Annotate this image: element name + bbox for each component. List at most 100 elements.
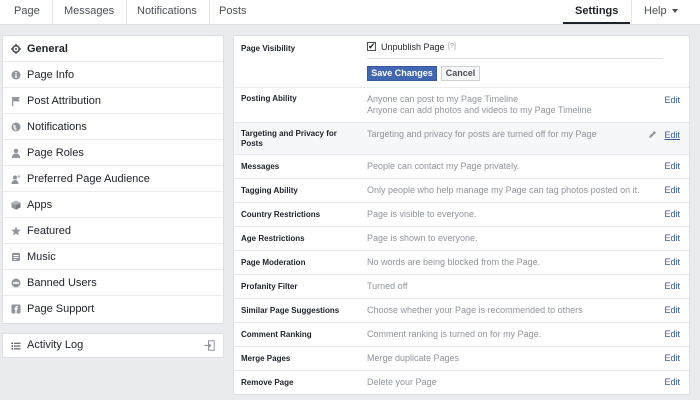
sidebar-item-general[interactable]: General xyxy=(3,36,223,62)
setting-row-similar-page-suggestions: Similar Page Suggestions Choose whether … xyxy=(234,298,689,322)
setting-label: Similar Page Suggestions xyxy=(241,306,340,315)
unpublish-checkbox[interactable]: ✔ xyxy=(367,41,376,51)
edit-link[interactable]: Edit xyxy=(664,377,680,388)
edit-link[interactable]: Edit xyxy=(664,329,680,340)
sidebar-item-label: Preferred Page Audience xyxy=(27,173,150,185)
sidebar-item-preferred-page-audience[interactable]: Preferred Page Audience xyxy=(3,166,223,192)
sidebar-item-page-support[interactable]: Page Support xyxy=(3,296,223,322)
music-icon xyxy=(12,253,20,261)
setting-value: Targeting and privacy for posts are turn… xyxy=(367,129,597,139)
flag-icon xyxy=(12,97,20,106)
save-changes-button[interactable]: Save Changes xyxy=(367,66,437,81)
page-visibility-label: Page Visibility xyxy=(241,44,296,53)
tab-page[interactable]: Page xyxy=(2,0,53,24)
setting-label: Targeting and Privacy for Posts xyxy=(241,129,337,148)
setting-row-profanity-filter: Profanity Filter Turned off Edit xyxy=(234,274,689,298)
sidebar-item-label: Post Attribution xyxy=(27,95,101,107)
setting-value: Delete your Page xyxy=(367,377,437,387)
caret-down-icon xyxy=(671,9,678,14)
setting-value: Merge duplicate Pages xyxy=(367,353,460,363)
setting-label: Profanity Filter xyxy=(241,282,298,291)
setting-row-remove-page: Remove Page Delete your Page Edit xyxy=(234,370,689,394)
banned-icon xyxy=(11,278,21,288)
setting-value: Page is visible to everyone. xyxy=(367,209,477,219)
setting-label: Country Restrictions xyxy=(241,210,321,219)
setting-label: Page Moderation xyxy=(241,258,306,267)
divider xyxy=(367,58,663,59)
edit-link[interactable]: Edit xyxy=(664,209,680,220)
setting-value: Page is shown to everyone. xyxy=(367,233,478,243)
edit-link[interactable]: Edit xyxy=(664,281,680,292)
help-label: Help xyxy=(644,5,667,17)
setting-value-secondary: Anyone can add photos and videos to my P… xyxy=(367,105,592,115)
page-visibility-section: Page Visibility ✔ Unpublish Page [?] Sav… xyxy=(234,36,689,87)
pencil-icon[interactable] xyxy=(648,130,657,139)
sidebar-item-banned-users[interactable]: Banned Users xyxy=(3,270,223,296)
edit-link[interactable]: Edit xyxy=(664,233,680,244)
tab-notifications[interactable]: Notifications xyxy=(125,0,210,24)
sidebar-item-apps[interactable]: Apps xyxy=(3,192,223,218)
setting-row-country-restrictions: Country Restrictions Page is visible to … xyxy=(234,202,689,226)
edit-link[interactable]: Edit xyxy=(664,257,680,268)
sidebar-item-featured[interactable]: Featured xyxy=(3,218,223,244)
tab-messages[interactable]: Messages xyxy=(52,0,128,24)
edit-link[interactable]: Edit xyxy=(664,161,680,172)
sidebar-item-page-info[interactable]: Page Info xyxy=(3,62,223,88)
help-link[interactable]: [?] xyxy=(448,43,456,50)
setting-value: Comment ranking is turned on for my Page… xyxy=(367,329,542,339)
sidebar-item-activity-log[interactable]: Activity Log xyxy=(2,333,224,358)
person-icon xyxy=(11,148,21,158)
setting-value: Turned off xyxy=(367,281,408,291)
setting-label: Comment Ranking xyxy=(241,330,312,339)
setting-row-posting-ability: Posting Ability Anyone can post to my Pa… xyxy=(234,87,689,122)
setting-value: People can contact my Page privately. xyxy=(367,161,520,171)
unpublish-label[interactable]: Unpublish Page xyxy=(381,42,445,52)
support-icon xyxy=(11,304,21,314)
setting-value: Choose whether your Page is recommended … xyxy=(367,305,583,315)
sidebar-item-music[interactable]: Music xyxy=(3,244,223,270)
sidebar-item-notifications[interactable]: Notifications xyxy=(3,114,223,140)
tab-settings[interactable]: Settings xyxy=(563,0,631,24)
edit-link[interactable]: Edit xyxy=(664,353,680,364)
setting-value: No words are being blocked from the Page… xyxy=(367,257,541,267)
setting-row-age-restrictions: Age Restrictions Page is shown to everyo… xyxy=(234,226,689,250)
edit-link[interactable]: Edit xyxy=(664,95,680,106)
setting-row-comment-ranking: Comment Ranking Comment ranking is turne… xyxy=(234,322,689,346)
top-navigation: Page Messages Notifications Posts Settin… xyxy=(0,0,700,25)
people-icon xyxy=(11,175,21,184)
list-icon xyxy=(11,342,21,350)
gear-icon xyxy=(11,44,21,54)
activity-log-label: Activity Log xyxy=(27,339,84,351)
setting-label: Tagging Ability xyxy=(241,186,298,195)
sidebar-item-post-attribution[interactable]: Post Attribution xyxy=(3,88,223,114)
setting-row-merge-pages: Merge Pages Merge duplicate Pages Edit xyxy=(234,346,689,370)
sidebar-item-label: Music xyxy=(27,251,56,263)
edit-link[interactable]: Edit xyxy=(664,185,680,196)
cancel-button[interactable]: Cancel xyxy=(441,66,480,81)
setting-label: Merge Pages xyxy=(241,354,291,363)
sidebar-item-label: General xyxy=(27,43,68,55)
setting-row-page-moderation: Page Moderation No words are being block… xyxy=(234,250,689,274)
settings-sidebar: General Page Info Post Attribution Notif… xyxy=(2,35,224,324)
setting-row-tagging-ability: Tagging Ability Only people who help man… xyxy=(234,178,689,202)
sidebar-item-label: Page Info xyxy=(27,69,75,81)
setting-label: Remove Page xyxy=(241,378,294,387)
sidebar-item-label: Banned Users xyxy=(27,277,97,289)
sidebar-item-page-roles[interactable]: Page Roles xyxy=(3,140,223,166)
setting-row-targeting-privacy: Targeting and Privacy for Posts Targetin… xyxy=(234,122,689,154)
tab-posts[interactable]: Posts xyxy=(207,0,259,24)
sidebar-item-label: Apps xyxy=(27,199,53,211)
globe-icon xyxy=(11,122,21,132)
edit-link[interactable]: Edit xyxy=(664,130,680,141)
sidebar-item-label: Notifications xyxy=(27,121,87,133)
setting-row-messages: Messages People can contact my Page priv… xyxy=(234,154,689,178)
cube-icon xyxy=(11,200,21,210)
edit-link[interactable]: Edit xyxy=(664,305,680,316)
checkmark-icon: ✔ xyxy=(368,41,376,51)
star-icon xyxy=(11,226,21,236)
setting-value: Only people who help manage my Page can … xyxy=(367,185,640,195)
info-icon xyxy=(11,70,21,80)
setting-label: Age Restrictions xyxy=(241,234,305,243)
sidebar-item-label: Page Roles xyxy=(27,147,84,159)
help-menu[interactable]: Help xyxy=(631,0,690,24)
